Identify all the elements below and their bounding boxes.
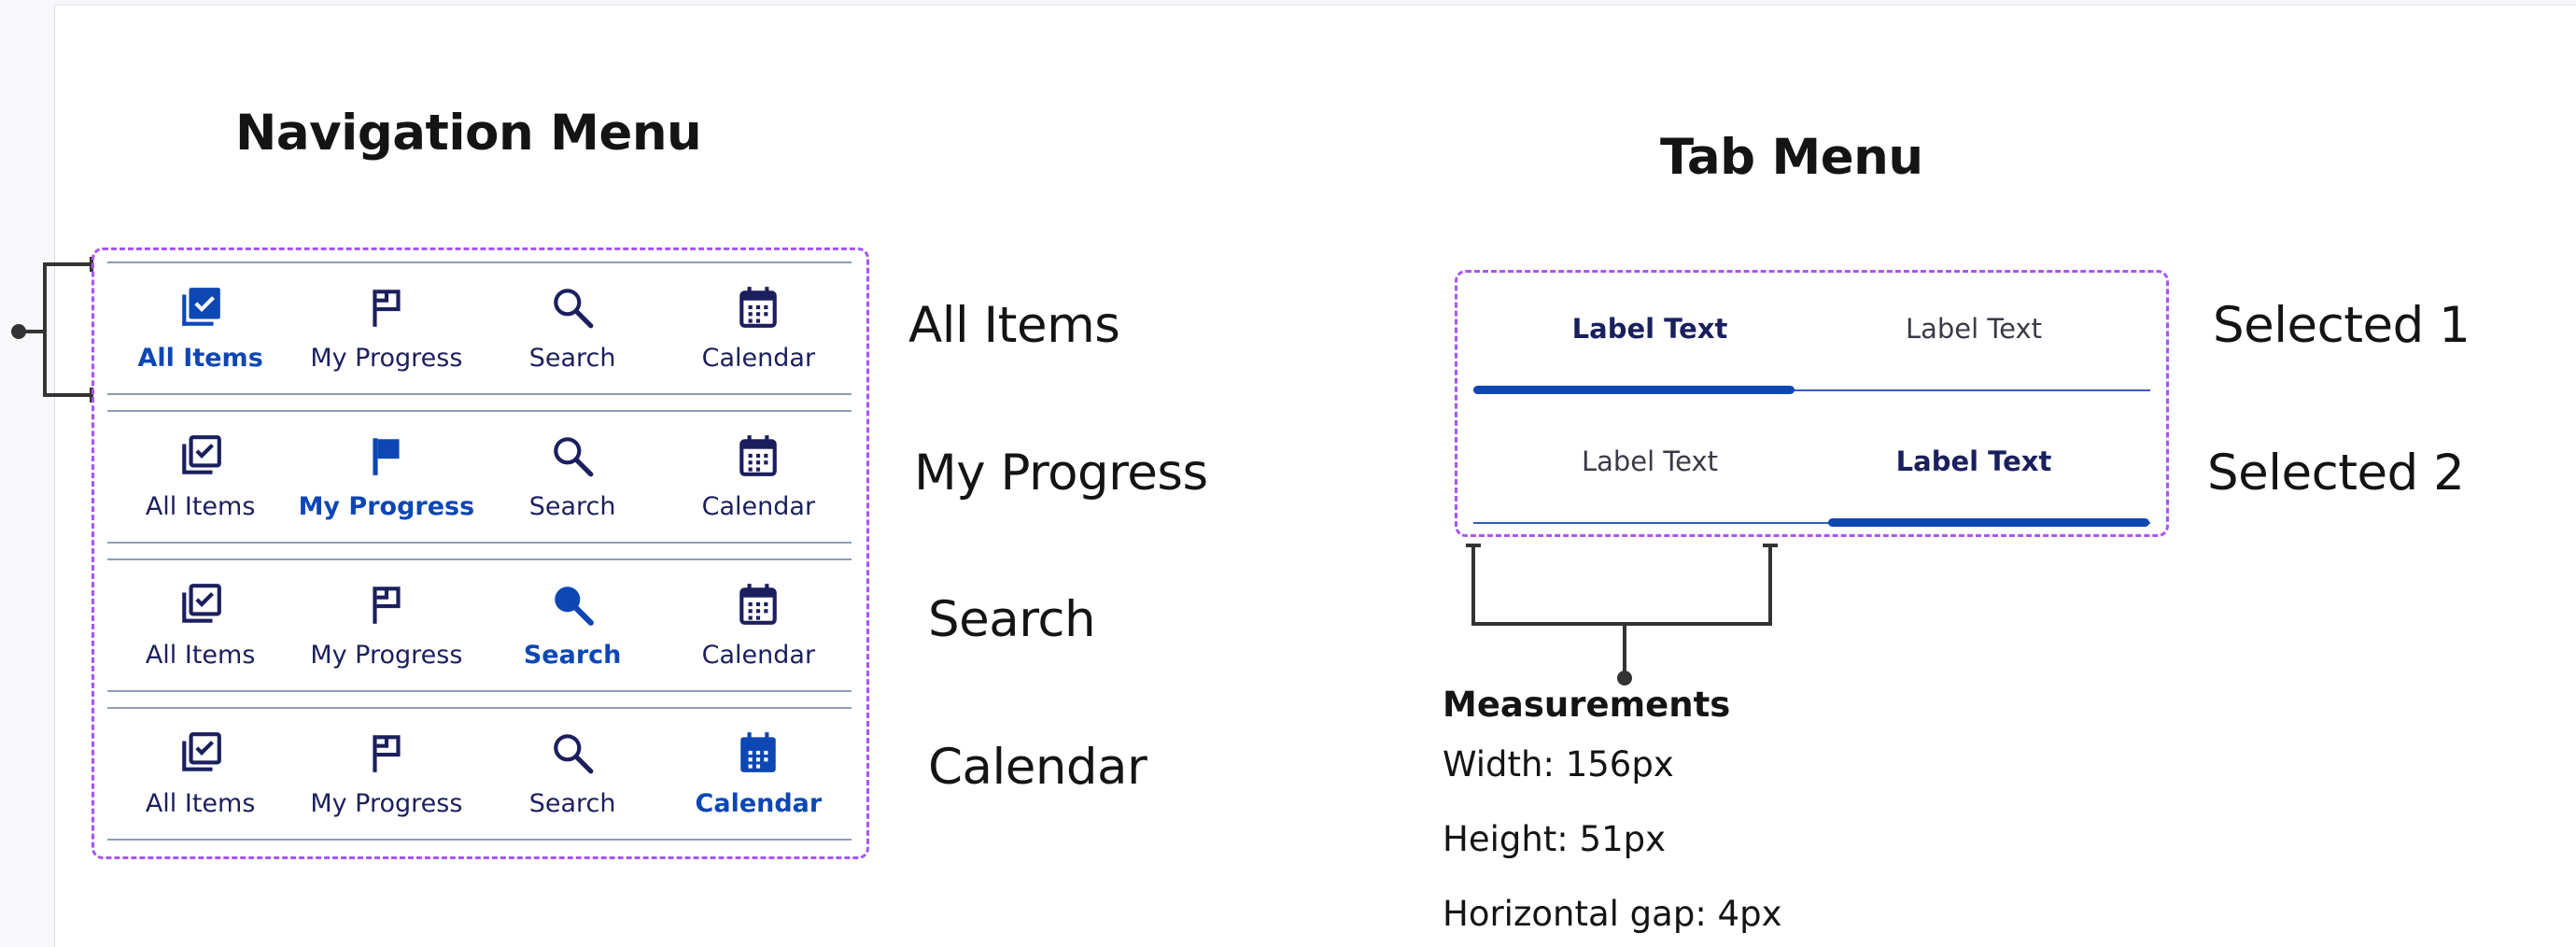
- nav-item-all-items[interactable]: All Items: [107, 709, 293, 839]
- calendar-icon: [735, 581, 781, 628]
- nav-state-label-my-progress: My Progress: [914, 445, 1208, 502]
- nav-item-label: My Progress: [298, 492, 475, 521]
- search-icon: [549, 729, 596, 776]
- tab-label: Label Text: [1895, 445, 2052, 477]
- nav-bar: All Items My Progress Search Calendar: [107, 410, 852, 544]
- nav-bar: All Items My Progress Search Calendar: [107, 261, 852, 395]
- navigation-menu-heading: Navigation Menu: [235, 105, 702, 162]
- nav-item-calendar[interactable]: Calendar: [666, 709, 852, 839]
- nav-item-label: Search: [528, 492, 616, 521]
- checklist-icon: [177, 432, 224, 479]
- nav-item-search[interactable]: Search: [480, 412, 666, 542]
- checklist-icon: [177, 284, 224, 331]
- nav-item-my-progress[interactable]: My Progress: [293, 263, 479, 393]
- search-icon: [549, 284, 596, 331]
- nav-item-label: Calendar: [701, 641, 816, 670]
- checklist-icon: [177, 729, 224, 776]
- tab-1[interactable]: Label Text: [1473, 403, 1826, 530]
- tab-active-indicator: [1828, 518, 2149, 527]
- nav-bar: All Items My Progress Search Calendar: [107, 707, 852, 841]
- calendar-icon: [735, 284, 781, 331]
- nav-item-search[interactable]: Search: [480, 709, 666, 839]
- tab-2[interactable]: Label Text: [1797, 403, 2150, 530]
- nav-item-label: My Progress: [310, 789, 463, 818]
- tab-label: Label Text: [1581, 445, 1719, 477]
- width-bracket: [1466, 544, 1778, 686]
- nav-bar: All Items My Progress Search Calendar: [107, 558, 852, 692]
- nav-item-my-progress[interactable]: My Progress: [293, 560, 479, 690]
- tab-1[interactable]: Label Text: [1473, 271, 1826, 398]
- nav-item-label: My Progress: [310, 641, 463, 670]
- calendar-icon: [735, 729, 781, 776]
- measurement-gap: Horizontal gap: 4px: [1443, 894, 1782, 934]
- flag-icon: [363, 581, 410, 628]
- flag-icon: [363, 729, 410, 776]
- tab-state-label-selected-1: Selected 1: [2213, 297, 2470, 354]
- checklist-icon: [177, 581, 224, 628]
- nav-item-label: All Items: [145, 789, 256, 818]
- flag-icon: [363, 432, 410, 479]
- nav-item-label: Search: [523, 641, 622, 670]
- nav-item-search[interactable]: Search: [480, 263, 666, 393]
- nav-item-all-items[interactable]: All Items: [107, 263, 293, 393]
- nav-item-label: My Progress: [310, 344, 463, 373]
- nav-item-calendar[interactable]: Calendar: [666, 412, 852, 542]
- nav-item-label: Calendar: [701, 492, 816, 521]
- tab-row-selected-2: Label Text Label Text: [1473, 403, 2150, 530]
- tab-label: Label Text: [1905, 313, 2043, 345]
- calendar-icon: [735, 432, 781, 479]
- nav-item-all-items[interactable]: All Items: [107, 412, 293, 542]
- search-icon: [549, 432, 596, 479]
- tab-label: Label Text: [1571, 313, 1728, 345]
- nav-item-label: All Items: [145, 641, 256, 670]
- nav-item-search[interactable]: Search: [480, 560, 666, 690]
- tab-active-indicator: [1473, 386, 1795, 394]
- height-bracket: [11, 257, 93, 403]
- tab-menu-heading: Tab Menu: [1660, 129, 1923, 186]
- nav-state-label-all-items: All Items: [908, 297, 1120, 354]
- nav-state-label-calendar: Calendar: [928, 739, 1147, 796]
- nav-item-my-progress[interactable]: My Progress: [293, 412, 479, 542]
- nav-item-label: All Items: [145, 492, 256, 521]
- nav-item-label: Calendar: [701, 344, 816, 373]
- nav-item-my-progress[interactable]: My Progress: [293, 709, 479, 839]
- nav-item-label: All Items: [137, 344, 263, 373]
- measurement-width: Width: 156px: [1443, 744, 1674, 784]
- nav-item-calendar[interactable]: Calendar: [666, 560, 852, 690]
- measurements-title: Measurements: [1443, 685, 1731, 725]
- nav-state-label-search: Search: [928, 591, 1096, 648]
- nav-item-label: Search: [528, 789, 616, 818]
- nav-item-label: Calendar: [695, 789, 823, 818]
- nav-item-all-items[interactable]: All Items: [107, 560, 293, 690]
- nav-item-calendar[interactable]: Calendar: [666, 263, 852, 393]
- nav-item-label: Search: [528, 344, 616, 373]
- measurement-height: Height: 51px: [1443, 819, 1667, 859]
- search-icon: [549, 581, 596, 628]
- tab-2[interactable]: Label Text: [1797, 271, 2150, 398]
- flag-icon: [363, 284, 410, 331]
- tab-row-selected-1: Label Text Label Text: [1473, 271, 2150, 398]
- tab-state-label-selected-2: Selected 2: [2207, 445, 2465, 502]
